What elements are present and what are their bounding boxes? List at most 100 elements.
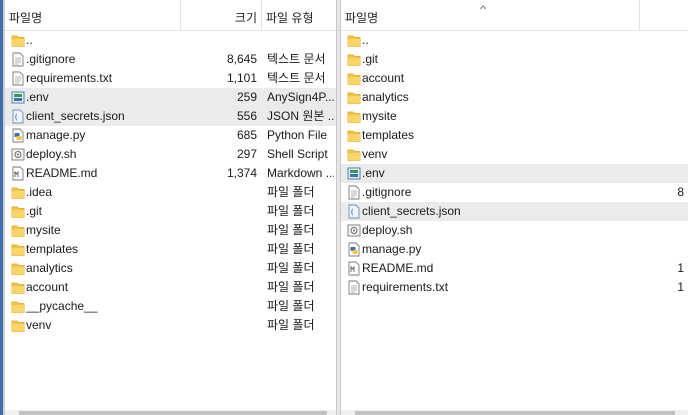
file-row[interactable]: manage.py: [341, 240, 688, 259]
file-name: .idea: [26, 185, 53, 199]
file-row[interactable]: account: [341, 69, 688, 88]
file-row[interactable]: account 파일 폴더: [5, 278, 336, 297]
folder-icon: [347, 109, 361, 124]
file-name: requirements.txt: [362, 280, 449, 294]
folder-icon: [347, 33, 361, 48]
file-size: [181, 297, 257, 316]
file-type: 파일 폴더: [267, 299, 315, 313]
file-size: 1,101: [226, 71, 257, 85]
folder-icon: [11, 33, 25, 48]
file-name: client_secrets.json: [26, 109, 125, 123]
scrollbar-thumb[interactable]: [19, 411, 327, 415]
file-size: [181, 278, 257, 297]
file-name: manage.py: [26, 128, 86, 142]
file-row[interactable]: analytics: [341, 88, 688, 107]
file-type: 파일 폴더: [267, 223, 315, 237]
folder-icon: [11, 242, 25, 257]
file-row[interactable]: README.md 1,374 Markdown ...: [5, 164, 336, 183]
file-row[interactable]: ..: [5, 31, 336, 50]
file-name: templates: [362, 128, 415, 142]
text-file-icon: [347, 280, 361, 295]
file-row[interactable]: analytics 파일 폴더: [5, 259, 336, 278]
python-file-icon: [11, 128, 25, 143]
file-row[interactable]: .gitignore 8,645 텍스트 문서: [5, 50, 336, 69]
file-name: README.md: [26, 166, 98, 180]
column-header-name[interactable]: 파일명: [341, 0, 640, 30]
file-size: [640, 107, 684, 126]
file-row[interactable]: .env 259 AnySign4P...: [5, 88, 336, 107]
file-row[interactable]: mysite: [341, 107, 688, 126]
file-row[interactable]: client_secrets.json: [341, 202, 688, 221]
folder-icon: [11, 318, 25, 333]
file-name: .git: [362, 52, 379, 66]
local-horizontal-scrollbar[interactable]: [5, 410, 336, 415]
json-file-icon: [347, 204, 361, 219]
file-size: [640, 145, 684, 164]
file-row[interactable]: README.md 1: [341, 259, 688, 278]
file-row[interactable]: requirements.txt 1,101 텍스트 문서: [5, 69, 336, 88]
file-row[interactable]: deploy.sh: [341, 221, 688, 240]
column-header-name[interactable]: 파일명: [5, 0, 181, 30]
file-size: 259: [236, 90, 257, 104]
file-name: deploy.sh: [362, 223, 413, 237]
file-row[interactable]: templates 파일 폴더: [5, 240, 336, 259]
file-size: [181, 240, 257, 259]
column-header-size[interactable]: [640, 0, 688, 30]
column-header-size[interactable]: 크기: [181, 0, 262, 30]
folder-icon: [11, 204, 25, 219]
file-row[interactable]: manage.py 685 Python File: [5, 126, 336, 145]
file-size: 556: [236, 109, 257, 123]
file-name: account: [362, 71, 405, 85]
file-size: [640, 240, 684, 259]
file-row[interactable]: .env: [341, 164, 688, 183]
file-row[interactable]: venv 파일 폴더: [5, 316, 336, 335]
file-type: 텍스트 문서: [267, 71, 326, 85]
file-row[interactable]: requirements.txt 1: [341, 278, 688, 297]
file-name: requirements.txt: [26, 71, 113, 85]
file-row[interactable]: venv: [341, 145, 688, 164]
file-row[interactable]: .git: [341, 50, 688, 69]
folder-icon: [11, 185, 25, 200]
file-row[interactable]: deploy.sh 297 Shell Script: [5, 145, 336, 164]
file-name: README.md: [362, 261, 434, 275]
file-size: [640, 50, 684, 69]
folder-icon: [347, 71, 361, 86]
file-size: [181, 221, 257, 240]
remote-list-header: 파일명 ^: [341, 0, 688, 31]
file-size: [640, 202, 684, 221]
file-name: templates: [26, 242, 79, 256]
anysign-file-icon: [11, 90, 25, 105]
folder-icon: [11, 223, 25, 238]
file-row[interactable]: .git 파일 폴더: [5, 202, 336, 221]
file-row[interactable]: mysite 파일 폴더: [5, 221, 336, 240]
file-row[interactable]: client_secrets.json 556 JSON 원본 ...: [5, 107, 336, 126]
text-file-icon: [347, 185, 361, 200]
file-row[interactable]: .idea 파일 폴더: [5, 183, 336, 202]
file-type: Python File: [267, 128, 328, 142]
file-type: 파일 폴더: [267, 261, 315, 275]
file-type: 텍스트 문서: [267, 52, 326, 66]
local-file-list[interactable]: 파일명 크기 파일 유형 .. .gitignore 8,645 텍스트 문서 requ…: [5, 0, 336, 415]
file-row[interactable]: .gitignore 8: [341, 183, 688, 202]
file-name: client_secrets.json: [362, 204, 461, 218]
file-name: venv: [26, 318, 52, 332]
file-size: [640, 31, 684, 50]
remote-file-list[interactable]: 파일명 ^ .. .git account analytics mysite templa…: [341, 0, 688, 415]
folder-icon: [11, 299, 25, 314]
python-file-icon: [347, 242, 361, 257]
file-type: 파일 폴더: [267, 280, 315, 294]
file-type: JSON 원본 ...: [267, 109, 334, 123]
file-type: AnySign4P...: [267, 90, 334, 104]
scrollbar-thumb[interactable]: [355, 411, 675, 415]
file-name: .git: [26, 204, 43, 218]
file-size: 1: [677, 280, 684, 294]
remote-horizontal-scrollbar[interactable]: [341, 410, 688, 415]
file-row[interactable]: __pycache__ 파일 폴더: [5, 297, 336, 316]
file-size: 1,374: [226, 166, 257, 180]
file-name: ..: [362, 33, 369, 47]
file-row[interactable]: ..: [341, 31, 688, 50]
local-list-header: 파일명 크기 파일 유형: [5, 0, 336, 31]
file-size: [640, 126, 684, 145]
file-row[interactable]: templates: [341, 126, 688, 145]
column-header-type[interactable]: 파일 유형: [262, 0, 336, 30]
